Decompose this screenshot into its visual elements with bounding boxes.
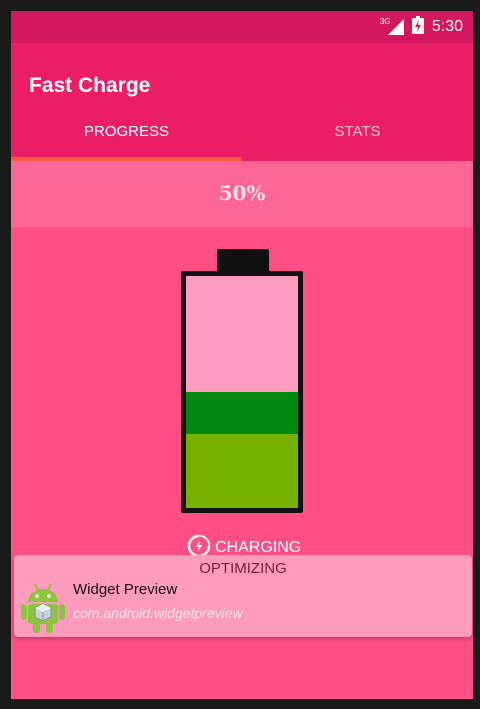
network-type: 3G — [379, 17, 391, 26]
clock: 5:30 — [431, 18, 463, 35]
battery-graphic — [181, 271, 303, 513]
android-robot-icon — [20, 580, 66, 634]
notification-subtitle: com.android.widgetpreview — [73, 605, 243, 621]
battery-fill-level — [186, 434, 298, 508]
status-bar: 3G 5:30 — [11, 11, 473, 43]
tab-stats[interactable]: STATS — [242, 123, 473, 140]
battery-percent: 50% — [218, 181, 266, 205]
widget-preview-notification[interactable]: OPTIMIZING Widget Preview com.android.wi… — [14, 555, 472, 637]
notification-title: Widget Preview — [73, 581, 178, 598]
app-screen: 3G 5:30 Fast Charge PROGRESS STATS 50% C… — [11, 11, 473, 699]
app-bar: Fast Charge PROGRESS STATS — [11, 43, 473, 161]
battery-terminal — [217, 249, 269, 273]
signal-icon: 3G — [380, 17, 404, 35]
battery-status-icon — [411, 16, 424, 38]
status-icons: 3G 5:30 — [380, 16, 463, 38]
percent-banner: 50% — [11, 161, 473, 227]
tab-progress[interactable]: PROGRESS — [11, 123, 242, 140]
app-title: Fast Charge — [29, 74, 151, 97]
optimizing-label: OPTIMIZING — [199, 560, 287, 577]
battery-fill-fast — [186, 392, 298, 434]
